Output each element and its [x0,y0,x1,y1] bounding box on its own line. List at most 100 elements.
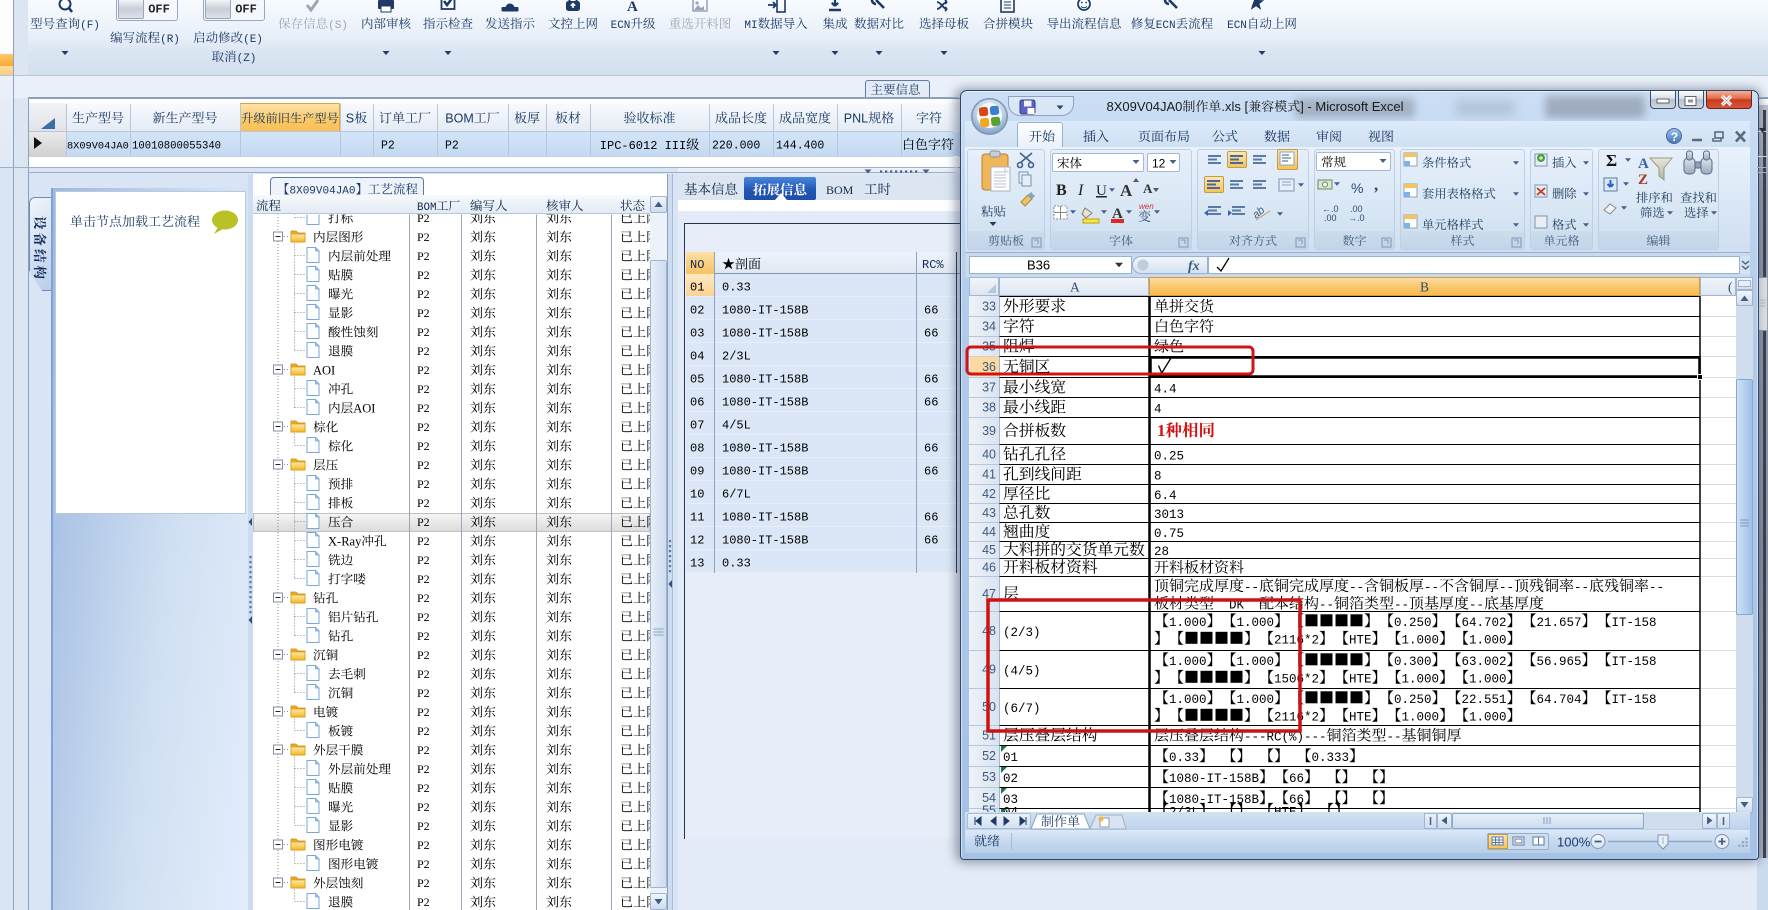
svg-text:11: 11 [690,511,704,525]
svg-text:HTE: HTE [1274,806,1297,820]
svg-text:→.0: →.0 [1348,213,1365,223]
svg-text:1080-IT-158B: 1080-IT-158B [722,465,808,479]
svg-text:0.33: 0.33 [1169,751,1199,765]
svg-text:37: 37 [982,381,996,395]
svg-text:4/5L: 4/5L [722,419,751,433]
svg-text:02: 02 [690,304,704,318]
svg-text:ECN: ECN [611,20,631,32]
svg-text:(4/5): (4/5) [1003,665,1041,679]
svg-text:BOM: BOM [417,202,436,214]
svg-text:P2: P2 [417,762,430,776]
svg-text:P2: P2 [417,287,430,301]
svg-text:100%: 100% [1557,835,1591,850]
svg-text:1.000: 1.000 [1169,655,1207,669]
svg-text:P2: P2 [417,876,430,890]
svg-text:BOM: BOM [445,112,473,126]
svg-text:NO: NO [690,258,704,272]
svg-text:P2: P2 [417,439,430,453]
svg-text:1.000: 1.000 [1402,634,1440,648]
svg-text:P2: P2 [445,140,459,153]
svg-text:21.657: 21.657 [1537,616,1582,630]
svg-text:66: 66 [924,396,938,410]
svg-text:44: 44 [982,525,996,539]
svg-text:1.000: 1.000 [1469,673,1507,687]
svg-text:wen: wen [1139,202,1154,211]
svg-text:P2: P2 [417,420,430,434]
svg-text:33: 33 [982,300,996,314]
svg-text:P2: P2 [417,572,430,586]
svg-text:IPC-6012 III: IPC-6012 III [600,139,686,153]
svg-text:09: 09 [690,465,704,479]
svg-text:AOI: AOI [313,364,335,378]
svg-text:28: 28 [1154,545,1169,559]
svg-text:--: -- [1319,599,1334,613]
svg-text:P2: P2 [417,857,430,871]
svg-text:--: -- [1649,581,1664,595]
svg-text:(R): (R) [160,34,180,46]
svg-text:P2: P2 [417,800,430,814]
svg-text:%: % [1351,180,1363,196]
svg-text:?: ? [1671,130,1678,144]
svg-text:1080-IT-158B: 1080-IT-158B [722,396,808,410]
svg-text:66: 66 [924,373,938,387]
svg-text:1.000: 1.000 [1402,711,1440,725]
svg-text:P2: P2 [417,648,430,662]
svg-text:2116*2: 2116*2 [1274,711,1319,725]
svg-text:.00: .00 [1324,213,1337,223]
svg-text:IT-158: IT-158 [1612,693,1657,707]
svg-text:P2: P2 [417,838,430,852]
svg-text:(F): (F) [80,20,100,32]
svg-text:64.704: 64.704 [1537,693,1582,707]
svg-text:--: -- [1387,731,1402,745]
svg-text:0.75: 0.75 [1154,527,1184,541]
svg-text:--: -- [1499,581,1514,595]
svg-text:42: 42 [982,487,996,501]
svg-text:66: 66 [924,304,938,318]
svg-text:1.000: 1.000 [1469,711,1507,725]
svg-text:0.250: 0.250 [1394,693,1432,707]
svg-text:1.000: 1.000 [1237,616,1275,630]
svg-text:,: , [1374,175,1378,194]
svg-text:P2: P2 [417,401,430,415]
svg-text:P2: P2 [417,325,430,339]
svg-text:0.25: 0.25 [1154,450,1184,464]
svg-text:1080-IT-158B: 1080-IT-158B [722,534,808,548]
svg-text:66: 66 [1289,772,1304,786]
svg-text:RC%: RC% [922,258,944,272]
svg-text:64.702: 64.702 [1462,616,1507,630]
svg-text:--: -- [1424,581,1439,595]
svg-text:P2: P2 [417,629,430,643]
svg-text:P2: P2 [417,477,430,491]
svg-text:P2: P2 [417,458,430,472]
svg-text:1: 1 [1157,421,1166,440]
svg-text:220.000: 220.000 [712,140,760,153]
svg-text:P2: P2 [417,591,430,605]
svg-text:OFF: OFF [235,3,257,17]
svg-text:--: -- [1394,599,1409,613]
svg-text:--: -- [1244,581,1259,595]
svg-text:AOI: AOI [353,402,375,416]
svg-text:66: 66 [924,534,938,548]
svg-text:OFF: OFF [148,3,170,17]
svg-text:P2: P2 [417,724,430,738]
svg-text:A: A [1143,181,1153,196]
svg-text:41: 41 [982,468,996,482]
svg-text:BOM: BOM [826,183,854,197]
svg-text:4: 4 [1154,403,1162,417]
svg-text:P2: P2 [417,344,430,358]
svg-text:P2: P2 [417,515,430,529]
svg-text:A: A [1120,181,1133,200]
svg-text:66: 66 [924,465,938,479]
svg-text:] - Microsoft Excel: ] - Microsoft Excel [1300,99,1403,114]
svg-text:P2: P2 [417,781,430,795]
svg-text:22.551: 22.551 [1462,693,1507,707]
svg-text:(Z): (Z) [237,53,257,65]
svg-text:IT-158: IT-158 [1612,616,1657,630]
svg-text:.xls [: .xls [ [1221,99,1248,114]
svg-text:2116*2: 2116*2 [1274,634,1319,648]
svg-text:P2: P2 [417,534,430,548]
svg-text:P2: P2 [417,705,430,719]
svg-text:43: 43 [982,506,996,520]
svg-text:(2/3): (2/3) [1003,626,1041,640]
svg-text:1080-IT-158B: 1080-IT-158B [722,327,808,341]
